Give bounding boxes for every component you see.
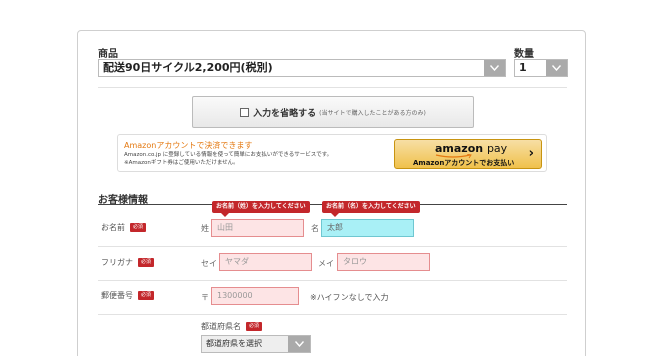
skip-checkbox[interactable] (240, 107, 250, 117)
amazon-pay-description: Amazon.co.jp に登録している情報を使って簡単にお支払いができるサービ… (124, 151, 332, 167)
amazon-pay-button[interactable]: amazon pay Amazonアカウントでお支払い › (394, 139, 542, 169)
skip-label: 入力を省略する (253, 108, 317, 119)
quantity-select[interactable]: 1 (514, 59, 568, 77)
kana-first-prefix: メイ (318, 259, 334, 268)
product-select-value: 配送90日サイクル2,200円(税別) (103, 61, 273, 74)
kana-first-input[interactable]: タロウ (337, 253, 430, 271)
amazon-pay-title: Amazonアカウントで決済できます (124, 141, 253, 150)
required-badge: 必須 (130, 223, 147, 232)
zip-prefix: 〒 (201, 293, 209, 302)
quantity-label: 数量 (514, 49, 534, 60)
kana-last-prefix: セイ (201, 259, 217, 268)
required-badge: 必須 (138, 291, 155, 300)
amazon-pay-button-subtitle: Amazonアカウントでお支払い (413, 159, 515, 167)
required-badge: 必須 (138, 258, 155, 267)
divider (98, 246, 567, 247)
pay-logo-text: pay (486, 142, 508, 155)
quantity-select-value: 1 (519, 61, 527, 74)
skip-note: (当サイトで購入したことがある方のみ) (319, 109, 426, 117)
chevron-right-icon: › (528, 146, 534, 161)
prefecture-select-value: 都道府県を選択 (206, 339, 262, 348)
kana-last-input[interactable]: ヤマダ (219, 253, 312, 271)
first-name-prefix: 名 (311, 224, 319, 233)
zip-label-group: 郵便番号 必須 (101, 290, 155, 301)
amazon-pay-desc-line2: ※Amazonギフト券はご使用いただけません。 (124, 160, 239, 166)
first-name-error-tooltip: お名前（名）を入力してください (322, 201, 420, 217)
prefecture-select[interactable]: 都道府県を選択 (201, 335, 311, 353)
last-name-error-tooltip: お名前（姓）を入力してください (212, 201, 310, 217)
product-label: 商品 (98, 49, 118, 60)
chevron-down-icon (288, 336, 310, 352)
name-label: お名前 (101, 223, 125, 232)
skip-input-button[interactable]: 入力を省略する (当サイトで購入したことがある方のみ) (192, 96, 474, 128)
divider (98, 280, 567, 281)
kana-label-group: フリガナ 必須 (101, 257, 155, 268)
product-select[interactable]: 配送90日サイクル2,200円(税別) (98, 59, 506, 77)
order-form-card: 商品 配送90日サイクル2,200円(税別) 数量 1 入力を省略する (当サイ… (77, 30, 586, 356)
zip-input[interactable]: 1300000 (211, 287, 299, 305)
chevron-down-icon (546, 60, 567, 76)
prefecture-label: 都道府県名 (201, 322, 241, 331)
required-badge: 必須 (246, 322, 263, 331)
first-name-input[interactable]: 太郎 (321, 219, 414, 237)
kana-label: フリガナ (101, 258, 133, 267)
zip-label: 郵便番号 (101, 291, 133, 300)
last-name-input[interactable]: 山田 (211, 219, 304, 237)
amazon-pay-panel: Amazonアカウントで決済できます Amazon.co.jp に登録している情… (117, 134, 547, 172)
amazon-pay-desc-line1: Amazon.co.jp に登録している情報を使って簡単にお支払いができるサービ… (124, 152, 333, 158)
last-name-prefix: 姓 (201, 224, 209, 233)
divider (98, 314, 567, 315)
chevron-down-icon (484, 60, 505, 76)
divider (98, 87, 567, 88)
prefecture-label-group: 都道府県名 必須 (201, 321, 263, 332)
zip-hint: ※ハイフンなしで入力 (310, 293, 389, 302)
name-label-group: お名前 必須 (101, 222, 147, 233)
